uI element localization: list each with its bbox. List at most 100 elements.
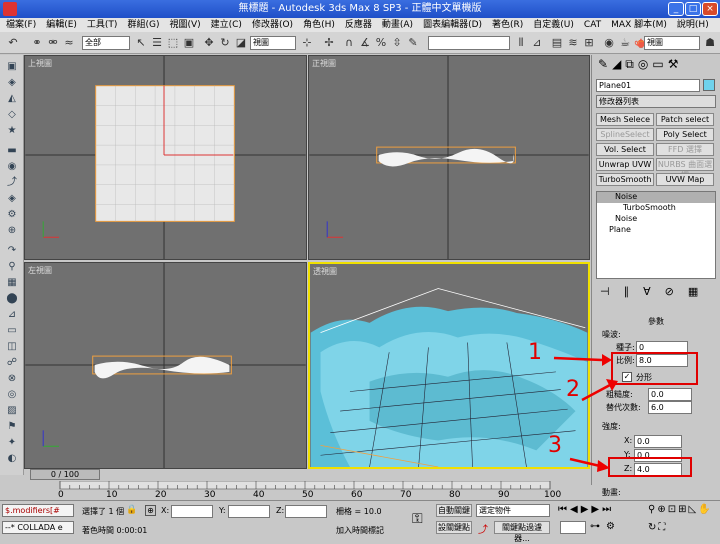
tool-icon[interactable]: ⚙ <box>6 209 18 221</box>
manipulate-icon[interactable]: ✢ <box>322 36 336 50</box>
menu-character[interactable]: 角色(H) <box>303 18 335 32</box>
zoom-icon[interactable]: ⚲ <box>648 504 655 520</box>
schematic-icon[interactable]: ⊞ <box>582 36 596 50</box>
orbit-icon[interactable]: ↻ <box>648 522 656 538</box>
menu-tools[interactable]: 工具(T) <box>87 18 118 32</box>
tool-icon[interactable]: ◭ <box>6 93 18 105</box>
object-color-swatch[interactable] <box>703 79 715 91</box>
strength-x-spinner[interactable]: 0.0 <box>634 435 682 448</box>
bind-warp-icon[interactable]: ≈ <box>62 36 76 50</box>
mod-button-spline-select[interactable]: SplineSelect <box>596 128 654 141</box>
move-icon[interactable]: ✥ <box>202 36 216 50</box>
menu-animation[interactable]: 動畫(A) <box>382 18 413 32</box>
mod-button-uvw-map[interactable]: UVW Map <box>656 173 714 186</box>
minimize-button[interactable]: _ <box>668 2 684 16</box>
window-crossing-icon[interactable]: ▣ <box>182 36 196 50</box>
go-to-start-icon[interactable]: ⏮ <box>558 504 567 518</box>
configure-sets-icon[interactable]: ▦ <box>688 285 698 299</box>
spinner-snap-icon[interactable]: ⇳ <box>390 36 404 50</box>
fov-icon[interactable]: ◺ <box>689 504 697 520</box>
layer-icon[interactable]: ▤ <box>550 36 564 50</box>
time-config-icon[interactable]: ⚙ <box>606 521 615 532</box>
snap-icon[interactable]: ∩ <box>342 36 356 50</box>
selection-filter-dropdown[interactable]: 全部 <box>82 36 130 50</box>
mirror-icon[interactable]: ⫴ <box>514 36 528 50</box>
prev-frame-icon[interactable]: ◀ <box>570 504 578 518</box>
menu-views[interactable]: 視圖(V) <box>169 18 200 32</box>
menu-file[interactable]: 檔案(F) <box>6 18 36 32</box>
absolute-mode-icon[interactable]: ⊕ <box>145 505 156 516</box>
go-to-end-icon[interactable]: ⏭ <box>602 504 611 518</box>
tool-icon[interactable]: ⊗ <box>6 373 18 385</box>
named-selection-dropdown[interactable] <box>428 36 510 50</box>
key-tangent-icon[interactable]: ⤴ <box>478 521 488 536</box>
menu-cat[interactable]: CAT <box>584 18 601 32</box>
pan-icon[interactable]: ✋ <box>698 504 710 520</box>
material-editor-icon[interactable]: ◉ <box>602 36 616 50</box>
tool-icon[interactable]: ✦ <box>6 437 18 449</box>
stack-item[interactable]: Noise <box>597 192 715 203</box>
tool-icon[interactable]: ↷ <box>6 245 18 257</box>
tool-icon[interactable]: ⚑ <box>6 421 18 433</box>
make-unique-icon[interactable]: ∀ <box>643 285 651 299</box>
menu-edit[interactable]: 編輯(E) <box>46 18 77 32</box>
percent-snap-icon[interactable]: % <box>374 36 388 50</box>
y-coord-field[interactable] <box>228 505 270 518</box>
utilities-tab-icon[interactable]: ⚒ <box>668 57 679 73</box>
lock-selection-icon[interactable]: 🔒 <box>126 505 137 515</box>
tool-icon[interactable]: ◐ <box>6 453 18 465</box>
curve-editor-icon[interactable]: ≋ <box>566 36 580 50</box>
viewport-label[interactable]: 透視圖 <box>313 266 337 277</box>
zoom-extents-all-icon[interactable]: ⊞ <box>678 504 686 520</box>
rect-region-icon[interactable]: ⬚ <box>166 36 180 50</box>
viewport-label[interactable]: 正視圖 <box>312 58 336 69</box>
maximize-button[interactable]: □ <box>685 2 701 16</box>
next-frame-icon[interactable]: ▶ <box>591 504 599 518</box>
select-by-name-icon[interactable]: ☰ <box>150 36 164 50</box>
time-slider[interactable]: 0 / 100 <box>30 469 100 480</box>
maxscript-listener-line1[interactable]: $.modifiers[# <box>2 504 74 517</box>
tool-icon[interactable]: ⤴ <box>6 177 18 189</box>
tool-icon[interactable]: ◈ <box>6 77 18 89</box>
key-mode-icon[interactable]: ⊶ <box>590 521 600 532</box>
align-icon[interactable]: ⊿ <box>530 36 544 50</box>
menu-help[interactable]: 說明(H) <box>677 18 709 32</box>
menu-maxscript[interactable]: MAX 腳本(M) <box>611 18 667 32</box>
menu-graph-editors[interactable]: 圖表編輯器(D) <box>423 18 482 32</box>
menu-customize[interactable]: 自定義(U) <box>533 18 574 32</box>
z-coord-field[interactable] <box>285 505 327 518</box>
viewport-left[interactable]: 左視圖 <box>24 262 307 469</box>
menu-rendering[interactable]: 著色(R) <box>492 18 523 32</box>
zoom-extents-icon[interactable]: ⊡ <box>668 504 676 520</box>
roughness-spinner[interactable]: 0.0 <box>648 388 692 401</box>
key-mode-dropdown[interactable]: 選定物件 <box>476 504 550 517</box>
link-icon[interactable]: ⚭ <box>30 36 44 50</box>
tool-icon[interactable]: ▭ <box>6 325 18 337</box>
modifier-list-dropdown[interactable]: 修改器列表 <box>596 95 716 108</box>
object-name-field[interactable]: Plane01 <box>596 79 700 92</box>
viewport-label[interactable]: 上視圖 <box>28 58 52 69</box>
play-icon[interactable]: ▶ <box>581 504 589 518</box>
viewport-top[interactable]: 上視圖 <box>24 55 307 260</box>
tool-icon[interactable]: ▣ <box>6 61 18 73</box>
mod-button-patch-select[interactable]: Patch select <box>656 113 714 126</box>
stack-item[interactable]: Plane <box>597 225 715 236</box>
motion-tab-icon[interactable]: ◎ <box>638 57 648 73</box>
render-setup-icon[interactable]: ☕ <box>618 36 632 50</box>
undo-icon[interactable]: ↶ <box>6 36 20 50</box>
tool-icon[interactable]: ⊕ <box>6 225 18 237</box>
viewport-front[interactable]: 正視圖 <box>308 55 590 260</box>
tool-icon[interactable]: ◉ <box>6 161 18 173</box>
tool-icon[interactable]: ⚲ <box>6 261 18 273</box>
select-icon[interactable]: ↖ <box>134 36 148 50</box>
maximize-viewport-icon[interactable]: ⛶ <box>658 522 665 538</box>
reference-coord-dropdown[interactable]: 視圖 <box>250 36 296 50</box>
mod-button-poly-select[interactable]: Poly Select <box>656 128 714 141</box>
pin-stack-icon[interactable]: ⊣ <box>600 285 610 299</box>
menu-modifiers[interactable]: 修改器(O) <box>252 18 293 32</box>
quick-render-icon[interactable]: ☗ <box>703 36 717 50</box>
mod-button-mesh-select[interactable]: Mesh Selece <box>596 113 654 126</box>
set-key-button[interactable]: 設關鍵點 <box>436 521 472 534</box>
scale-icon[interactable]: ◪ <box>234 36 248 50</box>
unlink-icon[interactable]: ⚮ <box>46 36 60 50</box>
